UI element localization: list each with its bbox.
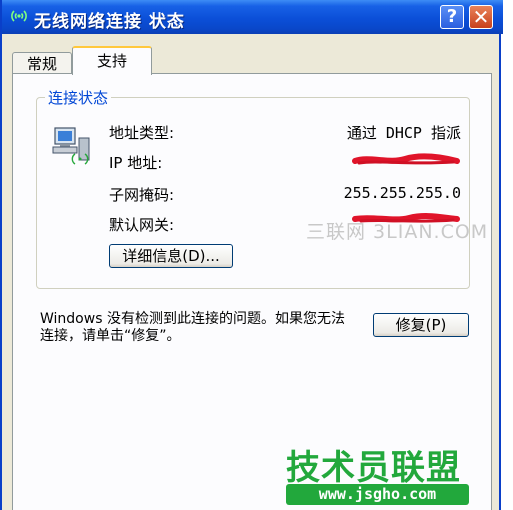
help-button[interactable]: ? (440, 5, 464, 29)
subnet-mask-value: 255.255.255.0 (343, 184, 461, 202)
connection-status-group: 连接状态 地址类型: 通过 DHCP 指派 IP 地址: 子网掩码: 255.2… (36, 87, 470, 289)
title-bar[interactable]: 无线网络连接 状态 ? ✕ (2, 0, 503, 34)
wireless-network-icon (11, 10, 27, 22)
details-button[interactable]: 详细信息(D)... (109, 244, 233, 268)
address-type-value: 通过 DHCP 指派 (346, 124, 461, 142)
group-legend: 连接状态 (45, 87, 112, 108)
network-computer-icon (52, 127, 90, 165)
address-type-label: 地址类型: (109, 124, 175, 142)
tab-support[interactable]: 支持 (72, 46, 152, 75)
subnet-mask-label: 子网掩码: (109, 186, 175, 204)
watermark-3lian: 三联网 3LIAN.COM (306, 221, 489, 243)
watermark-url: www.jsgho.com (286, 484, 469, 505)
window-title: 无线网络连接 状态 (34, 12, 185, 32)
close-button[interactable]: ✕ (469, 5, 493, 29)
tab-general[interactable]: 常规 (12, 52, 72, 74)
watermark-logo: 技术员联盟 (286, 448, 461, 488)
repair-button[interactable]: 修复(P) (373, 313, 469, 337)
ip-address-redaction (352, 153, 460, 165)
ip-address-label: IP 地址: (109, 154, 163, 172)
repair-message: Windows 没有检测到此连接的问题。如果您无法连接，请单击“修复”。 (40, 311, 345, 344)
default-gateway-label: 默认网关: (109, 216, 175, 234)
status-dialog: 无线网络连接 状态 ? ✕ 常规 支持 连接状态 地址类型: 通过 DHCP 指… (0, 0, 503, 510)
